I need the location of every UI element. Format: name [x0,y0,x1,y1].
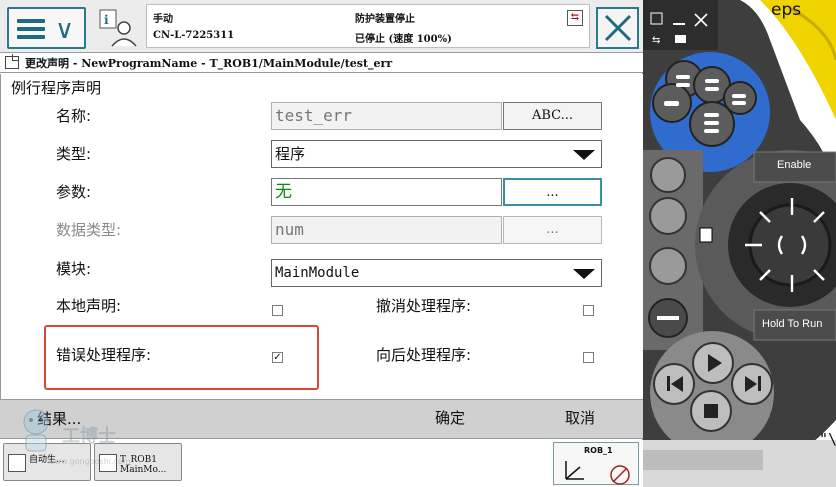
datatype-field: num [271,216,502,244]
watermark-logo: 工博士 www.gongboshi.com [10,402,150,472]
datatype-label: 数据类型: [56,221,122,239]
backward-handler-label: 向后处理程序: [376,346,472,364]
flexpendant-screen: ∨ i 手动 CN-L-7225311 防护装置停止 已停止 (速度 100%)… [0,0,643,487]
event-log-icon[interactable]: ⇆ [567,10,583,26]
document-icon [5,54,19,69]
ok-button[interactable]: 确定 [410,400,490,438]
pendant-body: ⇆ [643,0,836,487]
name-edit-button[interactable]: ABC... [503,102,602,130]
robot-mascot-icon [23,409,49,452]
main-menu-button[interactable]: ∨ [7,7,86,49]
enable-button[interactable]: Enable [777,159,811,171]
undo-handler-label: 撤消处理程序: [376,297,472,315]
params-field[interactable]: 无 [271,178,502,206]
operator-user-icon[interactable]: i [98,8,138,48]
pendant-hardware: ⇆ Enable Hold To Run eps "\ [643,0,836,487]
background-text-top: eps [771,0,802,20]
watermark-text: 工博士 [62,426,116,447]
name-label: 名称: [56,107,92,125]
annotation-highlight-box [44,325,319,390]
guard-status: 防护装置停止 [355,14,415,25]
jog-axes-icon [565,461,630,485]
params-edit-button[interactable]: ... [503,178,602,206]
operating-mode: 手动 [153,14,173,25]
close-button[interactable] [596,7,639,49]
svg-text:i: i [104,13,109,27]
type-label: 类型: [56,145,92,163]
top-bar: ∨ i 手动 CN-L-7225311 防护装置停止 已停止 (速度 100%)… [0,0,643,53]
hamburger-icon [17,19,45,39]
backward-handler-checkbox[interactable] [583,352,594,363]
watermark-subtext: www.gongboshi.com [48,457,131,466]
module-dropdown[interactable]: MainModule [271,259,602,287]
dropdown-arrow-icon [573,269,595,279]
local-label: 本地声明: [56,297,122,315]
svg-text:⇆: ⇆ [652,35,660,46]
cancel-button[interactable]: 取消 [540,400,620,438]
dropdown-arrow-icon [573,150,595,160]
hold-to-run-button[interactable]: Hold To Run [762,318,822,330]
type-dropdown[interactable]: 程序 [271,140,602,168]
status-panel[interactable]: 手动 CN-L-7225311 防护装置停止 已停止 (速度 100%) ⇆ [146,4,590,48]
quickset-button[interactable]: ROB_1 [553,442,639,485]
undo-handler-checkbox[interactable] [583,305,594,316]
params-label: 参数: [56,183,92,201]
run-status: 已停止 (速度 100%) [355,34,452,45]
module-value: MainModule [275,265,360,281]
type-value: 程序 [275,145,306,163]
local-checkbox[interactable] [272,305,283,316]
datatype-edit-button: ... [503,216,602,244]
breadcrumb: 更改声明 - NewProgramName - T_ROB1/MainModul… [25,57,393,70]
name-field[interactable]: test_err [271,102,502,130]
breadcrumb-bar: 更改声明 - NewProgramName - T_ROB1/MainModul… [0,53,643,73]
form-title: 例行程序声明 [11,79,102,97]
controller-name: CN-L-7225311 [153,30,235,41]
close-icon [604,14,632,42]
module-label: 模块: [56,260,92,278]
background-text-side: "\ [819,430,836,448]
chevron-down-icon: ∨ [55,15,75,45]
